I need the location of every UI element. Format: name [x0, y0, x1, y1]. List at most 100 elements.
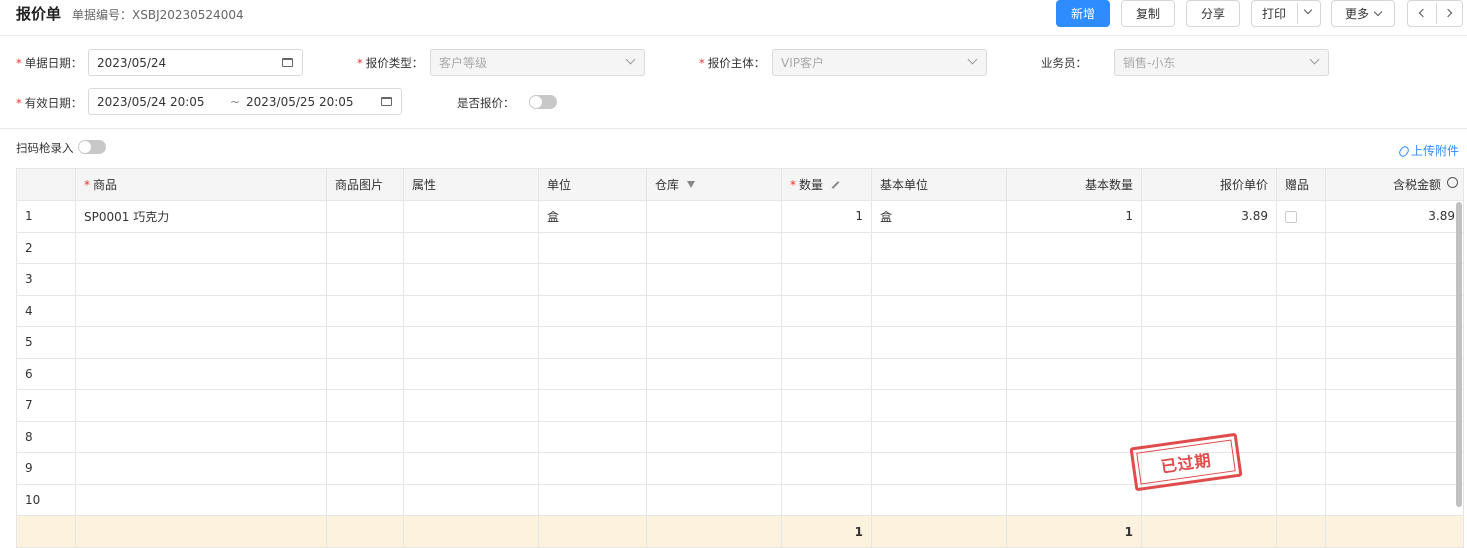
cell-base-unit[interactable]: 盒 [871, 200, 1007, 233]
cell-base-qty[interactable] [1006, 452, 1142, 485]
cell-attr[interactable] [403, 200, 539, 233]
cell-gift[interactable] [1276, 452, 1326, 485]
cell-warehouse[interactable] [646, 452, 782, 485]
cell-qty[interactable] [781, 326, 872, 359]
cell-base-qty[interactable] [1006, 294, 1142, 327]
cell-warehouse[interactable] [646, 231, 782, 264]
cell-image[interactable] [326, 357, 404, 390]
cell-attr[interactable] [403, 263, 539, 296]
cell-gift[interactable] [1276, 357, 1326, 390]
cell-gift[interactable] [1276, 231, 1326, 264]
prev-button[interactable] [1408, 1, 1436, 26]
table-scrollbar[interactable] [1456, 202, 1462, 507]
cell-gift[interactable] [1276, 420, 1326, 453]
col-header-price[interactable]: 报价单价 [1141, 168, 1277, 201]
cell-qty[interactable] [781, 357, 872, 390]
cell-qty[interactable] [781, 263, 872, 296]
cell-warehouse[interactable] [646, 263, 782, 296]
more-button[interactable]: 更多 [1331, 0, 1395, 27]
cell-amount[interactable] [1325, 294, 1464, 327]
cell-unit[interactable] [538, 483, 647, 516]
cell-amount[interactable] [1325, 389, 1464, 422]
cell-price[interactable] [1141, 326, 1277, 359]
calendar-icon[interactable] [381, 97, 392, 106]
table-row[interactable]: 1 SP0001 巧克力盒 1 盒 1 3.89 3.89 [16, 200, 1464, 233]
cell-warehouse[interactable] [646, 357, 782, 390]
cell-attr[interactable] [403, 452, 539, 485]
cell-base-qty[interactable] [1006, 420, 1142, 453]
col-header-image[interactable]: 商品图片 [326, 168, 404, 201]
cell-gift[interactable] [1276, 200, 1326, 233]
cell-amount[interactable] [1325, 263, 1464, 296]
cell-base-qty[interactable]: 1 [1006, 200, 1142, 233]
col-header-base-qty[interactable]: 基本数量 [1006, 168, 1142, 201]
cell-gift[interactable] [1276, 389, 1326, 422]
cell-base-qty[interactable] [1006, 231, 1142, 264]
cell-base-qty[interactable] [1006, 263, 1142, 296]
cell-product[interactable] [75, 231, 327, 264]
table-row[interactable]: 8 [16, 420, 1464, 453]
cell-qty[interactable] [781, 420, 872, 453]
cell-base-unit[interactable] [871, 452, 1007, 485]
cell-price[interactable]: 3.89 [1141, 200, 1277, 233]
cell-attr[interactable] [403, 326, 539, 359]
print-button[interactable]: 打印 [1251, 0, 1321, 27]
quote-subject-select[interactable]: VIP客户 [772, 49, 987, 76]
cell-unit[interactable] [538, 231, 647, 264]
cell-price[interactable] [1141, 483, 1277, 516]
table-row[interactable]: 6 [16, 357, 1464, 390]
cell-warehouse[interactable] [646, 389, 782, 422]
cell-unit[interactable]: 盒 [538, 200, 647, 233]
cell-product[interactable] [75, 389, 327, 422]
cell-base-unit[interactable] [871, 389, 1007, 422]
cell-base-unit[interactable] [871, 420, 1007, 453]
cell-qty[interactable]: 1 [781, 200, 872, 233]
next-button[interactable] [1437, 1, 1464, 26]
cell-price[interactable] [1141, 231, 1277, 264]
cell-unit[interactable] [538, 326, 647, 359]
cell-base-unit[interactable] [871, 483, 1007, 516]
table-row[interactable]: 3 [16, 263, 1464, 296]
cell-image[interactable] [326, 420, 404, 453]
cell-product[interactable] [75, 326, 327, 359]
cell-warehouse[interactable] [646, 326, 782, 359]
cell-warehouse[interactable] [646, 200, 782, 233]
calendar-icon[interactable] [282, 58, 293, 67]
cell-gift[interactable] [1276, 326, 1326, 359]
col-header-amount[interactable]: 含税金额 [1325, 168, 1464, 201]
col-header-attr[interactable]: 属性 [403, 168, 539, 201]
cell-image[interactable] [326, 263, 404, 296]
cell-amount[interactable] [1325, 420, 1464, 453]
scan-toggle[interactable] [78, 140, 106, 154]
cell-amount[interactable] [1325, 326, 1464, 359]
salesman-select[interactable]: 销售-小东 [1114, 49, 1329, 76]
cell-image[interactable] [326, 452, 404, 485]
valid-date-from[interactable]: 2023/05/24 20:05 [97, 95, 205, 109]
cell-warehouse[interactable] [646, 294, 782, 327]
quote-type-select[interactable]: 客户等级 [430, 49, 645, 76]
cell-amount[interactable] [1325, 483, 1464, 516]
cell-base-qty[interactable] [1006, 326, 1142, 359]
cell-price[interactable] [1141, 263, 1277, 296]
cell-attr[interactable] [403, 389, 539, 422]
filter-icon[interactable] [686, 181, 695, 188]
cell-unit[interactable] [538, 263, 647, 296]
cell-unit[interactable] [538, 452, 647, 485]
cell-amount[interactable] [1325, 231, 1464, 264]
cell-price[interactable] [1141, 389, 1277, 422]
copy-button[interactable]: 复制 [1121, 0, 1175, 27]
cell-product[interactable] [75, 357, 327, 390]
chevron-down-icon[interactable] [1303, 5, 1313, 15]
cell-attr[interactable] [403, 231, 539, 264]
cell-base-unit[interactable] [871, 231, 1007, 264]
cell-warehouse[interactable] [646, 483, 782, 516]
gift-checkbox[interactable] [1285, 210, 1297, 223]
cell-image[interactable] [326, 231, 404, 264]
cell-base-qty[interactable] [1006, 389, 1142, 422]
cell-qty[interactable] [781, 389, 872, 422]
cell-product[interactable]: SP0001 巧克力 [75, 200, 327, 233]
table-row[interactable]: 2 [16, 231, 1464, 264]
valid-date-to[interactable]: 2023/05/25 20:05 [246, 95, 354, 109]
cell-product[interactable] [75, 420, 327, 453]
cell-gift[interactable] [1276, 263, 1326, 296]
